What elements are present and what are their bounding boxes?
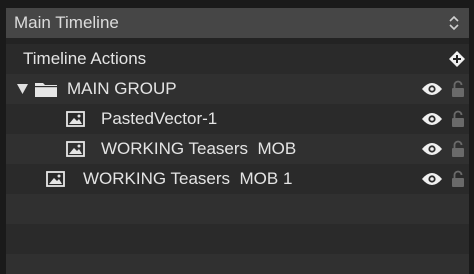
layer-row-working-teasers-mob-1[interactable]: WORKING Teasers MOB 1	[6, 164, 469, 194]
layer-label[interactable]: WORKING Teasers MOB	[101, 139, 296, 159]
lock-icon[interactable]	[452, 110, 464, 127]
layer-row-working-teasers-mob[interactable]: WORKING Teasers MOB	[6, 134, 469, 164]
layer-label[interactable]: MAIN GROUP	[67, 79, 177, 99]
empty-row	[6, 254, 469, 274]
empty-row	[6, 224, 469, 254]
timeline-title: Main Timeline	[14, 13, 119, 32]
layer-row-pasted-vector[interactable]: PastedVector-1	[6, 104, 469, 134]
image-layer-icon	[66, 141, 85, 157]
timeline-selector[interactable]: Main Timeline	[6, 8, 469, 38]
folder-icon	[35, 83, 57, 97]
layer-label[interactable]: WORKING Teasers MOB 1	[83, 169, 292, 189]
layer-label[interactable]: PastedVector-1	[101, 109, 217, 129]
eye-icon[interactable]	[422, 142, 442, 156]
eye-icon[interactable]	[422, 112, 442, 126]
lock-icon[interactable]	[452, 170, 464, 187]
eye-icon[interactable]	[422, 172, 442, 186]
chevron-up-down-icon[interactable]	[447, 14, 461, 32]
image-layer-icon	[46, 171, 65, 187]
lock-icon[interactable]	[452, 80, 464, 97]
eye-icon[interactable]	[422, 82, 442, 96]
timeline-actions-label: Timeline Actions	[23, 49, 147, 68]
layer-row-main-group[interactable]: MAIN GROUP	[6, 74, 469, 104]
timeline-panel: Main Timeline Timeline Actions MAIN GROU…	[6, 8, 469, 274]
empty-row	[6, 194, 469, 224]
disclosure-triangle-icon[interactable]	[17, 84, 28, 94]
lock-icon[interactable]	[452, 140, 464, 157]
timeline-actions-row[interactable]: Timeline Actions	[6, 44, 469, 74]
image-layer-icon	[66, 111, 85, 127]
add-action-icon[interactable]	[449, 51, 465, 67]
